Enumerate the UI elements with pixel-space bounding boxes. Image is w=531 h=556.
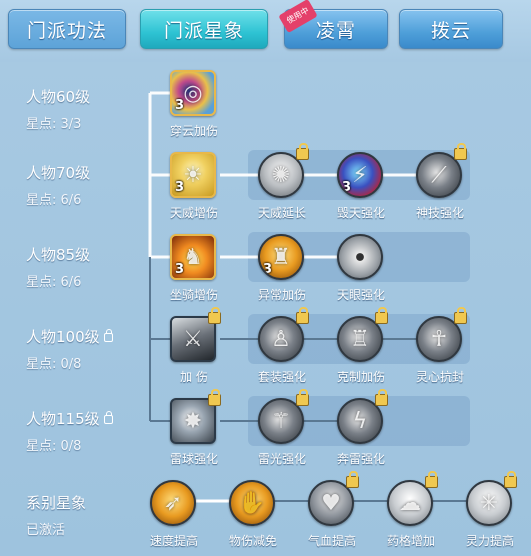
lock-icon [103, 411, 113, 424]
row-label-115: 人物115级 星点: 0/8 [26, 408, 113, 454]
node-label: 天眼强化 [336, 288, 386, 302]
lock-icon [375, 307, 388, 324]
series-status: 已激活 [26, 523, 66, 538]
node-label: 穿云加伤 [169, 124, 219, 138]
lock-icon [375, 389, 388, 406]
row-title: 人物60级 [26, 88, 91, 106]
node-label: 药格增加 [386, 534, 436, 548]
lock-icon [208, 307, 221, 324]
fire-beast-icon: ♞ 3 [170, 234, 216, 280]
swirl-icon: ◎ 3 [170, 70, 216, 116]
lock-icon [346, 471, 359, 488]
speed-icon: ➶ [150, 480, 196, 526]
sun-rays-icon: ☀ 3 [170, 152, 216, 198]
series-hp[interactable]: ♥ 气血提高 [308, 471, 359, 548]
node-taozhuang[interactable]: ♙ 套装强化 [258, 307, 309, 384]
row-title: 人物100级 [26, 326, 113, 347]
node-label: 雷球强化 [169, 452, 219, 466]
row-label-100: 人物100级 星点: 0/8 [26, 326, 113, 372]
eye-icon [337, 234, 383, 280]
node-level: 3 [175, 180, 185, 195]
node-label: 毁天强化 [336, 206, 386, 220]
lock-icon [208, 389, 221, 406]
node-tianwei-zengshang[interactable]: ☀ 3 天威增伤 [170, 152, 218, 220]
node-label: 套装强化 [257, 370, 307, 384]
node-kezhi[interactable]: ♖ 克制加伤 [337, 307, 388, 384]
row-stars: 星点: 0/8 [26, 357, 82, 372]
node-leiqiu[interactable]: ✸ 雷球强化 [170, 389, 221, 466]
row-stars: 星点: 6/6 [26, 193, 82, 208]
row-title-text: 人物115级 [26, 410, 100, 428]
node-label: 克制加伤 [336, 370, 386, 384]
shield-hand-icon: ✋ [229, 480, 275, 526]
warrior-icon: ♜ 3 [258, 234, 304, 280]
node-yichang[interactable]: ♜ 3 异常加伤 [258, 234, 306, 302]
row-title-text: 人物100级 [26, 328, 100, 346]
row-stars: 星点: 0/8 [26, 439, 82, 454]
node-chuanyun[interactable]: ◎ 3 穿云加伤 [170, 70, 218, 138]
node-jiashang[interactable]: ⚔ 加 伤 [170, 307, 221, 384]
series-title: 系别星象 [26, 494, 87, 512]
node-level: 3 [175, 98, 185, 113]
series-label: 系别星象 已激活 [26, 492, 86, 538]
node-tianwei-yanchang[interactable]: ✺ 天威延长 [258, 143, 309, 220]
node-label: 灵心抗封 [415, 370, 465, 384]
series-spirit[interactable]: ✳ 灵力提高 [466, 471, 517, 548]
row-stars: 星点: 6/6 [26, 275, 82, 290]
node-shenji[interactable]: ⟋ 神技强化 [416, 143, 467, 220]
series-potion-slots[interactable]: ☁ 药格增加 [387, 471, 438, 548]
node-lingxin[interactable]: ☥ 灵心抗封 [416, 307, 467, 384]
node-label: 加 伤 [180, 370, 208, 384]
node-label: 物伤减免 [228, 534, 278, 548]
node-level: 3 [342, 180, 352, 195]
node-label: 气血提高 [307, 534, 357, 548]
row-label-60: 人物60级 星点: 3/3 [26, 86, 90, 132]
node-level: 3 [263, 262, 273, 277]
series-physical-reduction[interactable]: ✋ 物伤减免 [229, 480, 277, 548]
node-label: 异常加伤 [257, 288, 307, 302]
node-leiguang[interactable]: ⚚ 雷光强化 [258, 389, 309, 466]
node-benlei[interactable]: ϟ 奔雷强化 [337, 389, 388, 466]
lock-icon [504, 471, 517, 488]
node-label: 天威延长 [257, 206, 307, 220]
row-label-70: 人物70级 星点: 6/6 [26, 162, 90, 208]
row-title: 人物115级 [26, 408, 113, 429]
lock-icon [296, 307, 309, 324]
node-tianyan[interactable]: 天眼强化 [337, 234, 385, 302]
node-label: 速度提高 [149, 534, 199, 548]
lock-icon [296, 143, 309, 160]
row-title: 人物70级 [26, 164, 91, 182]
node-label: 神技强化 [415, 206, 465, 220]
lock-icon [296, 389, 309, 406]
row-stars: 星点: 3/3 [26, 117, 82, 132]
lock-icon [425, 471, 438, 488]
lock-icon [454, 143, 467, 160]
row-title: 人物85级 [26, 246, 91, 264]
node-label: 灵力提高 [465, 534, 515, 548]
row-label-85: 人物85级 星点: 6/6 [26, 244, 90, 290]
node-zuoqi[interactable]: ♞ 3 坐骑增伤 [170, 234, 218, 302]
lock-icon [103, 329, 113, 342]
node-label: 奔雷强化 [336, 452, 386, 466]
node-label: 天威增伤 [169, 206, 219, 220]
node-level: 3 [175, 262, 185, 277]
series-speed[interactable]: ➶ 速度提高 [150, 480, 198, 548]
node-label: 雷光强化 [257, 452, 307, 466]
lightning-fire-icon: ⚡ 3 [337, 152, 383, 198]
lock-icon [454, 307, 467, 324]
node-label: 坐骑增伤 [169, 288, 219, 302]
node-huitian[interactable]: ⚡ 3 毁天强化 [337, 152, 385, 220]
